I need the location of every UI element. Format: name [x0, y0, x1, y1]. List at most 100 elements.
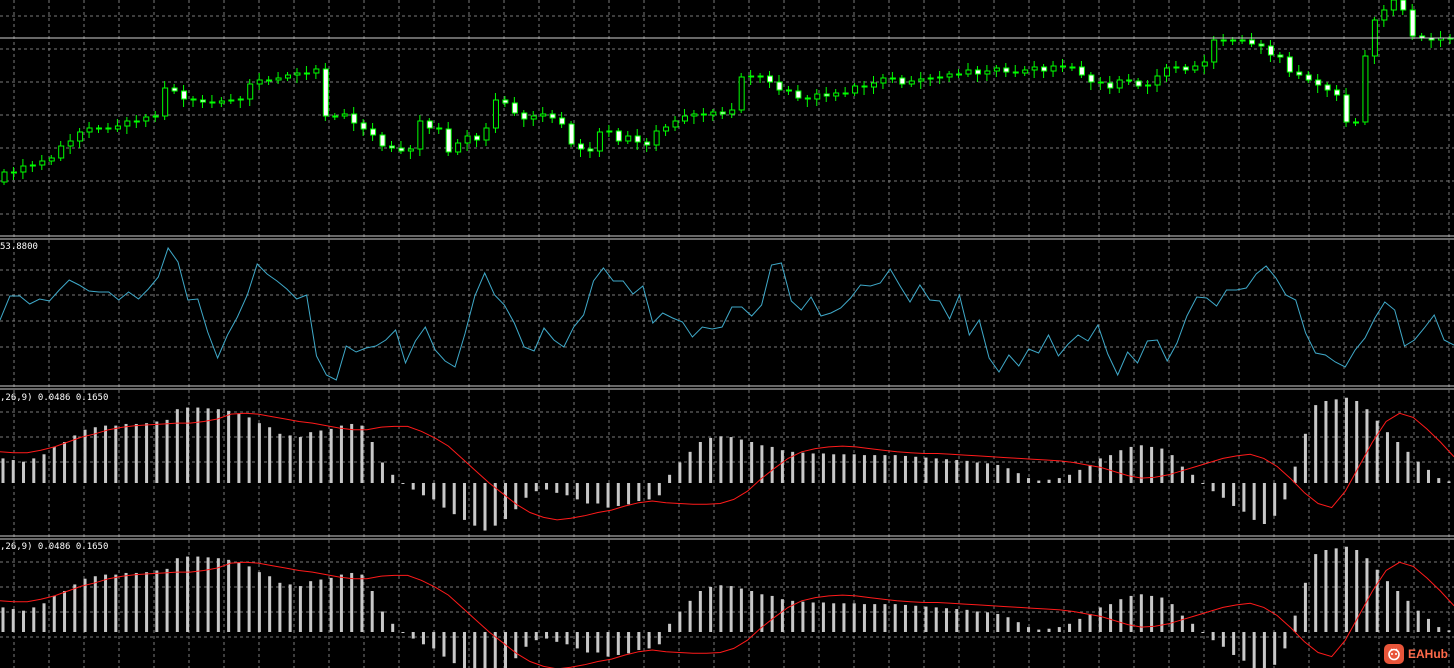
candle-body [10, 171, 17, 174]
macd-histogram-bar [719, 585, 723, 632]
macd-histogram-bar [975, 462, 979, 483]
macd-histogram-bar [1252, 632, 1256, 668]
macd-histogram-bar [380, 611, 384, 632]
macd-histogram-bar [155, 570, 159, 632]
candle-body [133, 120, 140, 123]
macd-histogram-bar [1016, 622, 1020, 632]
macd-histogram-bar [996, 464, 1000, 483]
macd-histogram-bar [504, 632, 508, 668]
macd-histogram-bar [575, 632, 579, 649]
candle-body [823, 93, 830, 97]
candle-body [492, 99, 499, 129]
macd-histogram-bar [1365, 409, 1369, 483]
candle-body [388, 145, 395, 149]
candle-body [578, 143, 585, 150]
candle-body [1192, 65, 1199, 71]
candle-body [965, 69, 972, 75]
macd-histogram-bar [1170, 604, 1174, 632]
macd-histogram-bar [186, 407, 190, 483]
macd-histogram-bar [32, 458, 36, 483]
macd-histogram-bar [493, 483, 497, 526]
macd-histogram-bar [63, 591, 67, 632]
candle-body [436, 127, 443, 130]
candle-body [105, 127, 112, 130]
macd-histogram-bar [944, 608, 948, 632]
candle-body [455, 142, 462, 153]
macd-histogram-bar [1406, 600, 1410, 632]
macd-histogram-bar [93, 427, 97, 483]
macd-histogram-bar [1324, 401, 1328, 483]
candle-body [96, 127, 103, 130]
macd-histogram-bar [186, 556, 190, 632]
macd-histogram-bar [1396, 442, 1400, 483]
macd-histogram-bar [452, 632, 456, 664]
candle-body [1, 171, 8, 183]
macd-histogram-bar [155, 421, 159, 483]
macd-histogram-bar [1283, 632, 1287, 649]
macd-histogram-bar [1078, 618, 1082, 632]
macd-histogram-bar [1385, 432, 1389, 483]
macd-histogram-bar [1057, 478, 1061, 483]
macd-histogram-bar [801, 601, 805, 632]
macd-histogram-bar [1416, 461, 1420, 483]
macd-histogram-bar [514, 483, 518, 510]
macd-histogram-bar [811, 602, 815, 632]
candle-body [1390, 0, 1397, 11]
macd-histogram-bar [801, 452, 805, 483]
candle-body [1012, 71, 1019, 74]
macd-histogram-bar [22, 610, 26, 632]
trading-chart[interactable] [0, 0, 1454, 668]
macd-histogram-bar [196, 556, 200, 632]
macd-histogram-bar [483, 632, 487, 668]
macd-histogram-bar [32, 607, 36, 632]
macd-histogram-bar [165, 419, 169, 483]
macd-histogram-bar [216, 558, 220, 632]
candle-body [285, 74, 292, 79]
candle-body [625, 135, 632, 142]
macd-histogram-bar [1293, 615, 1297, 632]
macd-histogram-bar [534, 483, 538, 492]
candle-body [842, 92, 849, 95]
candle-body [889, 77, 896, 80]
macd-histogram-bar [1119, 599, 1123, 632]
macd-histogram-bar [965, 609, 969, 632]
candle-body [738, 76, 745, 111]
macd-histogram-bar [1016, 473, 1020, 483]
macd-histogram-bar [134, 572, 138, 632]
macd-histogram-bar [565, 483, 569, 496]
macd-histogram-bar [616, 632, 620, 655]
macd-histogram-bar [698, 591, 702, 632]
macd-histogram-bar [1303, 582, 1307, 632]
macd-histogram-bar [514, 632, 518, 659]
candle-body [426, 120, 433, 129]
candle-body [1305, 74, 1312, 81]
macd-histogram-bar [73, 435, 77, 483]
macd-histogram-bar [1037, 629, 1041, 632]
macd-histogram-bar [298, 586, 302, 632]
candle-body [474, 135, 481, 141]
macd-histogram-bar [627, 632, 631, 654]
macd-histogram-bar [1232, 483, 1236, 506]
macd-histogram-bar [1057, 627, 1061, 632]
candle-body [398, 147, 405, 152]
macd-histogram-bar [657, 483, 661, 496]
macd-histogram-bar [1160, 597, 1164, 632]
candle-body [663, 126, 670, 132]
candle-body [351, 113, 358, 124]
macd-histogram-bar [1170, 455, 1174, 483]
candle-body [370, 128, 377, 136]
macd-histogram-bar [206, 557, 210, 632]
macd-histogram-bar [1119, 450, 1123, 483]
candle-body [1163, 67, 1170, 77]
candle-body [1267, 45, 1274, 56]
rsi-value-label: 53.8800 [0, 242, 38, 252]
macd-histogram-bar [298, 437, 302, 483]
eahub-logo-icon [1384, 644, 1404, 664]
watermark-text: EAHub [1408, 647, 1448, 661]
macd-histogram-bar [586, 632, 590, 653]
macd-histogram-bar [780, 599, 784, 632]
macd-histogram-bar [1375, 569, 1379, 632]
macd-histogram-bar [1303, 433, 1307, 483]
macd-histogram-bar [104, 574, 108, 632]
macd-histogram-bar [842, 603, 846, 632]
